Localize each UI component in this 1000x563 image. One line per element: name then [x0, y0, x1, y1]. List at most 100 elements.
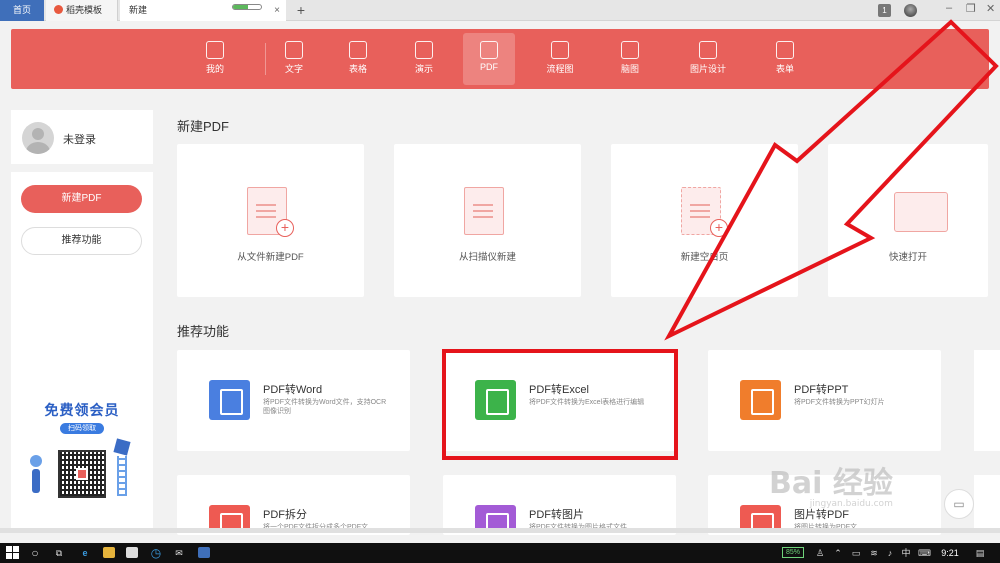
wifi-icon[interactable]: ≋ — [868, 546, 880, 560]
mail-icon[interactable]: ✉ — [172, 546, 186, 560]
membership-promo[interactable]: 免费领会员 扫码领取 — [27, 400, 137, 520]
nav-item-label: 文字 — [284, 64, 303, 74]
tab-daoke-templates[interactable]: 稻壳模板 — [46, 0, 118, 21]
flowchart-icon — [551, 41, 569, 59]
network-icon[interactable]: ⌃ — [832, 546, 844, 560]
search-circle-icon[interactable]: ○ — [28, 546, 42, 560]
card-label: 新建空白页 — [680, 252, 729, 263]
plus-icon: + — [276, 219, 294, 237]
minimize-button[interactable]: – — [946, 2, 952, 14]
close-tab-icon[interactable]: × — [274, 0, 280, 21]
new-pdf-section-title: 新建PDF — [177, 119, 230, 134]
keyboard-icon[interactable]: ⌨ — [918, 546, 931, 560]
form-icon — [776, 41, 794, 59]
windows-start-icon[interactable] — [6, 546, 20, 560]
image-design-icon — [699, 41, 717, 59]
nav-item-presentation[interactable]: 演示 — [398, 29, 450, 89]
ime-indicator[interactable]: 中 — [900, 546, 912, 560]
card-title: PDF转Word — [263, 384, 323, 396]
task-view-icon[interactable]: ⧉ — [52, 546, 66, 560]
tab-new-label: 新建 — [129, 5, 148, 15]
user-avatar-icon[interactable] — [22, 122, 54, 154]
pdf-to-word-icon — [209, 380, 250, 420]
nav-item-pdf[interactable]: PDF — [463, 33, 515, 85]
notification-icon[interactable]: ▤ — [974, 546, 986, 560]
star-icon — [206, 41, 224, 59]
close-window-button[interactable]: ✕ — [986, 2, 995, 15]
tab-new[interactable]: 新建 × — [120, 0, 286, 21]
scanner-icon — [464, 187, 504, 235]
daoke-logo-icon — [54, 5, 63, 14]
account-avatar-icon[interactable] — [904, 4, 917, 17]
nav-item-label: 脑图 — [620, 64, 639, 74]
table-icon — [349, 41, 367, 59]
monitor-icon[interactable]: ▭ — [850, 546, 862, 560]
ladder-illustration-icon — [111, 438, 133, 498]
new-pdf-from-file-card[interactable]: + 从文件新建PDF — [177, 144, 364, 297]
presentation-icon — [415, 41, 433, 59]
pdf-to-ppt-card[interactable]: PDF转PPT 将PDF文件转换为PPT幻灯片 — [708, 350, 941, 451]
card-title: PDF转图片 — [529, 509, 584, 521]
recommend-section-title: 推荐功能 — [177, 324, 230, 339]
nav-item-mindmap[interactable]: 脑图 — [604, 29, 656, 89]
folder-pdf-icon — [894, 192, 948, 232]
tab-home-label: 首页 — [12, 5, 31, 15]
pdf-icon — [480, 41, 498, 59]
restore-button[interactable]: ❐ — [966, 2, 976, 15]
new-blank-page-card[interactable]: + 新建空白页 — [611, 144, 798, 297]
highlight-box — [442, 349, 678, 460]
person-illustration-icon — [29, 455, 43, 495]
volume-icon[interactable]: ♪ — [884, 546, 896, 560]
nav-item-flowchart[interactable]: 流程图 — [534, 29, 586, 89]
loading-progress-bar — [232, 4, 262, 10]
content-bottom-edge — [0, 528, 1000, 533]
nav-item-label: 图片设计 — [689, 64, 726, 74]
new-from-scanner-card[interactable]: 从扫描仪新建 — [394, 144, 581, 297]
card-title: PDF拆分 — [263, 509, 307, 521]
pdf-split-card[interactable]: PDF拆分 将一个PDF文件拆分成多个PDF文 — [177, 475, 410, 535]
card-title: PDF转PPT — [794, 384, 849, 396]
nav-item-label: PDF — [480, 62, 498, 72]
card-description: 将PDF文件转换为Word文件，支持OCR图像识别 — [263, 399, 387, 415]
recommend-features-button[interactable]: 推荐功能 — [21, 227, 142, 255]
nav-item-label: 我的 — [205, 64, 224, 74]
loading-progress-fill — [233, 5, 249, 9]
pdf-to-ppt-icon — [740, 380, 781, 420]
store-icon[interactable] — [126, 547, 138, 558]
clock-time[interactable]: 9:21 — [940, 546, 960, 560]
nav-item-label: 表单 — [775, 64, 794, 74]
nav-item-label: 表格 — [348, 64, 367, 74]
new-tab-button[interactable]: + — [292, 0, 310, 21]
feedback-chat-icon[interactable]: ▭ — [944, 489, 974, 519]
nav-item-mine[interactable]: 我的 — [189, 29, 241, 89]
file-explorer-icon[interactable] — [103, 547, 115, 558]
promo-title: 免费领会员 — [44, 402, 120, 418]
plus-icon: + — [710, 219, 728, 237]
promo-badge: 扫码领取 — [60, 423, 104, 434]
watermark-text: Bai 经验 — [769, 466, 893, 501]
tab-home[interactable]: 首页 — [0, 0, 44, 21]
user-name[interactable]: 未登录 — [63, 131, 96, 147]
nav-item-form[interactable]: 表单 — [759, 29, 811, 89]
title-bar: 首页 稻壳模板 新建 × + 1 – ❐ ✕ — [0, 0, 1000, 21]
battery-indicator[interactable]: 85% — [782, 547, 804, 558]
pdf-to-word-card[interactable]: PDF转Word 将PDF文件转换为Word文件，支持OCR图像识别 — [177, 350, 410, 451]
people-icon[interactable]: ♙ — [814, 546, 826, 560]
new-pdf-button[interactable]: 新建PDF — [21, 185, 142, 213]
edge-browser-icon[interactable]: e — [78, 546, 92, 560]
user-panel[interactable]: 未登录 — [11, 110, 153, 164]
tab-daoke-label: 稻壳模板 — [66, 5, 103, 15]
partial-card — [974, 475, 1000, 528]
nav-item-spreadsheet[interactable]: 表格 — [332, 29, 384, 89]
partial-card — [974, 350, 1000, 451]
nav-item-image-design[interactable]: 图片设计 — [682, 29, 734, 89]
wps-taskbar-icon[interactable] — [198, 547, 210, 558]
mindmap-icon — [621, 41, 639, 59]
nav-item-writer[interactable]: 文字 — [268, 29, 320, 89]
clock-app-icon[interactable]: ◷ — [149, 546, 163, 560]
pdf-to-image-card[interactable]: PDF转图片 将PDF文件转换为图片格式文件, — [443, 475, 676, 535]
card-label: 快速打开 — [888, 252, 927, 263]
message-badge[interactable]: 1 — [878, 4, 891, 17]
card-label: 从扫描仪新建 — [458, 252, 516, 263]
quick-open-card[interactable]: 快速打开 — [828, 144, 988, 297]
